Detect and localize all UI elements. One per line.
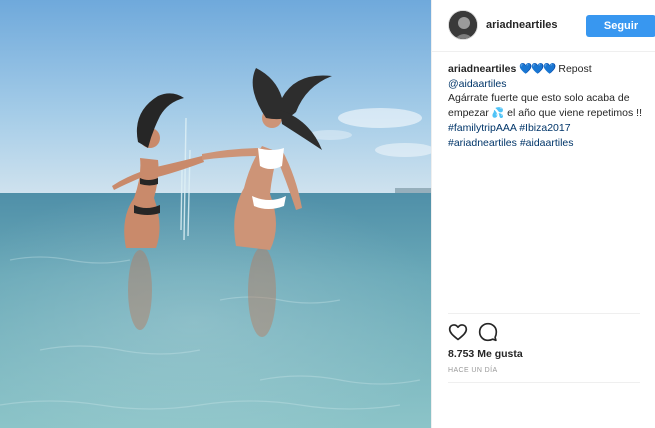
hashtag-familytripaaa[interactable]: #familytripAAA xyxy=(448,122,516,134)
caption-author[interactable]: ariadneartiles xyxy=(448,63,516,75)
hashtag-aidaartiles[interactable]: #aidaartiles xyxy=(520,137,574,149)
post-caption: ariadneartiles 💙💙💙 Repost @aidaartiles A… xyxy=(448,62,648,150)
droplets-emoji: 💦 xyxy=(491,107,505,119)
follow-button[interactable]: Seguir xyxy=(586,15,655,37)
post-header: ariadneartiles Seguir xyxy=(432,0,655,52)
post-photo[interactable] xyxy=(0,0,431,428)
header-username[interactable]: ariadneartiles xyxy=(486,19,558,31)
caption-line-2a: empezar xyxy=(448,106,489,119)
caption-line-1: Agárrate fuerte que esto solo acaba de xyxy=(448,92,630,104)
caption-line-2b: el año que viene repetimos !! xyxy=(507,106,642,119)
hashtag-ibiza2017[interactable]: #Ibiza2017 xyxy=(519,122,570,134)
mention-link[interactable]: @aidaartiles xyxy=(448,78,507,90)
repost-label: Repost xyxy=(558,63,592,75)
likes-count[interactable]: 8.753 Me gusta xyxy=(448,348,523,360)
blue-hearts-emoji: 💙💙💙 xyxy=(519,63,556,75)
comment-bubble-icon[interactable] xyxy=(478,322,498,342)
post-timestamp[interactable]: HACE UN DÍA xyxy=(448,367,498,374)
hashtag-ariadneartiles[interactable]: #ariadneartiles xyxy=(448,137,517,149)
post-side-panel: ariadneartiles Seguir ariadneartiles 💙💙💙… xyxy=(431,0,655,428)
actions-divider xyxy=(448,313,640,314)
comment-divider xyxy=(448,382,640,383)
heart-icon[interactable] xyxy=(448,322,468,342)
beach-photo-illustration xyxy=(0,0,431,428)
profile-avatar[interactable] xyxy=(448,10,478,40)
avatar-picture xyxy=(449,11,477,39)
